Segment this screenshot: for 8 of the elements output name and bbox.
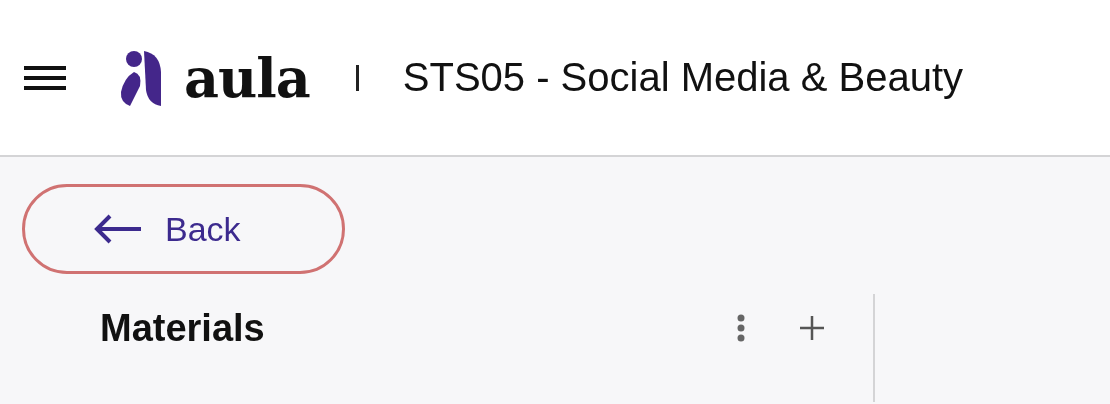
back-button[interactable]: Back xyxy=(22,184,345,274)
more-options-icon[interactable] xyxy=(737,314,745,342)
materials-title: Materials xyxy=(100,306,266,350)
course-title: STS05 - Social Media & Beauty xyxy=(402,55,964,100)
plus-icon[interactable] xyxy=(799,315,825,341)
arrow-left-icon xyxy=(93,214,143,244)
logo-text: aula xyxy=(184,50,310,105)
logo-icon xyxy=(120,49,162,106)
